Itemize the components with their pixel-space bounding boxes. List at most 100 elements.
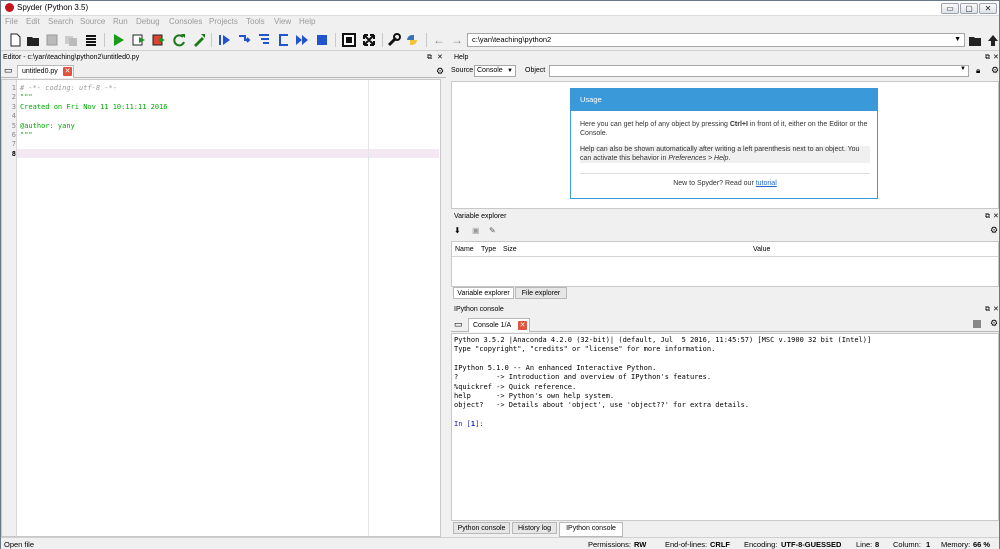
encoding-label: Encoding: <box>744 540 778 549</box>
ipython-console[interactable]: Python 3.5.2 |Anaconda 4.2.0 (32-bit)| (… <box>451 333 999 521</box>
source-select[interactable]: Console ▼ <box>474 65 516 77</box>
close-tab-icon[interactable]: ✕ <box>518 321 527 330</box>
step-return-icon[interactable] <box>276 33 290 47</box>
gear-icon[interactable]: ⚙ <box>990 225 998 236</box>
menu-help[interactable]: Help <box>299 17 315 26</box>
save-as-icon[interactable]: ✎ <box>489 226 496 235</box>
usage-title: Usage <box>571 89 877 111</box>
line-number: 2 <box>11 93 16 102</box>
tab-file-explorer[interactable]: File explorer <box>515 287 567 299</box>
browse-tabs-icon[interactable]: ▭ <box>454 319 463 330</box>
column-type[interactable]: Type <box>481 246 496 253</box>
memory-value: 66 % <box>973 540 991 549</box>
column-name[interactable]: Name <box>455 246 474 253</box>
eol-value: CRLF <box>710 540 730 549</box>
menu-search[interactable]: Search <box>48 17 73 26</box>
status-bar: Open file Permissions: RW End-of-lines: … <box>1 537 999 549</box>
chevron-down-icon[interactable]: ▼ <box>954 34 961 46</box>
stop-icon[interactable] <box>973 320 981 328</box>
import-data-icon[interactable]: ⬇ <box>454 226 461 235</box>
new-file-icon[interactable] <box>8 33 22 47</box>
line-number: 7 <box>11 140 16 149</box>
title-bar: Spyder (Python 3.5) ▭ ▢ ✕ <box>1 1 999 16</box>
close-button[interactable]: ✕ <box>979 3 997 14</box>
save-all-icon[interactable] <box>64 33 78 47</box>
tab-console-1a[interactable]: Console 1/A ✕ <box>468 318 530 332</box>
undock-icon[interactable]: ⧉ <box>427 52 432 63</box>
gear-icon[interactable]: ⚙ <box>436 66 444 77</box>
tab-python-console[interactable]: Python console <box>453 522 510 534</box>
python-path-icon[interactable] <box>405 33 419 47</box>
tab-history-log[interactable]: History log <box>512 522 557 534</box>
step-icon[interactable] <box>237 33 251 47</box>
browse-folder-icon[interactable] <box>968 33 982 47</box>
variable-table[interactable]: Name Type Size Value <box>451 241 999 287</box>
undock-icon[interactable]: ⧉ <box>985 212 990 222</box>
tab-label: untitled0.py <box>22 68 58 75</box>
maximize-button[interactable]: ▢ <box>960 3 978 14</box>
open-file-icon[interactable] <box>26 33 40 47</box>
minimize-button[interactable]: ▭ <box>941 3 959 14</box>
menu-file[interactable]: File <box>5 17 18 26</box>
browse-tabs-icon[interactable]: ▭ <box>4 65 13 76</box>
tab-variable-explorer[interactable]: Variable explorer <box>453 287 514 299</box>
menu-run[interactable]: Run <box>113 17 128 26</box>
menu-projects[interactable]: Projects <box>209 17 238 26</box>
gear-icon[interactable]: ⚙ <box>990 318 998 329</box>
tab-ipython-console[interactable]: IPython console <box>559 522 623 537</box>
continue-icon[interactable] <box>295 33 309 47</box>
line-value: 8 <box>875 540 880 549</box>
code-editor[interactable]: 12345678 # -*- coding: utf-8 -*- """ Creat… <box>1 79 441 537</box>
status-message: Open file <box>4 540 35 549</box>
save-data-icon[interactable]: ▣ <box>472 226 480 235</box>
stop-icon[interactable] <box>315 33 329 47</box>
object-input[interactable]: ▼ <box>549 65 969 77</box>
close-tab-icon[interactable]: ✕ <box>63 67 72 76</box>
working-directory-input[interactable]: c:\yan\teaching\python2 ▼ <box>467 33 965 47</box>
menu-edit[interactable]: Edit <box>26 17 40 26</box>
run-icon[interactable] <box>111 33 125 47</box>
menu-view[interactable]: View <box>274 17 291 26</box>
list-icon[interactable] <box>84 33 98 47</box>
tab-untitled0[interactable]: untitled0.py ✕ <box>17 65 74 78</box>
forward-icon[interactable]: → <box>450 33 464 47</box>
save-icon[interactable] <box>45 33 59 47</box>
line-number: 3 <box>11 102 16 111</box>
preferences-icon[interactable] <box>387 33 401 47</box>
editor-tab-bar: ▭ untitled0.py ✕ ⚙ <box>1 63 446 78</box>
run-cell-advance-icon[interactable] <box>152 33 166 47</box>
menu-source[interactable]: Source <box>80 17 105 26</box>
close-pane-icon[interactable]: ✕ <box>437 52 443 63</box>
gear-icon[interactable]: ⚙ <box>991 65 999 76</box>
run-cell-icon[interactable] <box>132 33 146 47</box>
column-size[interactable]: Size <box>503 246 517 253</box>
help-pane-title: Help <box>454 54 469 61</box>
menu-debug[interactable]: Debug <box>136 17 160 26</box>
close-pane-icon[interactable]: ✕ <box>993 212 999 222</box>
rerun-icon[interactable] <box>172 33 186 47</box>
run-settings-icon[interactable] <box>192 33 206 47</box>
column-value: 1 <box>926 540 931 549</box>
tutorial-link[interactable]: tutorial <box>756 180 777 187</box>
maximize-pane-icon[interactable] <box>342 33 356 47</box>
up-folder-icon[interactable] <box>986 33 1000 47</box>
debug-icon[interactable] <box>217 33 231 47</box>
undock-icon[interactable]: ⧉ <box>985 53 990 63</box>
back-icon[interactable]: ← <box>432 33 446 47</box>
permissions-value: RW <box>634 540 647 549</box>
console-line: Python 3.5.2 |Anaconda 4.2.0 (32-bit)| (… <box>454 336 872 344</box>
menu-tools[interactable]: Tools <box>246 17 265 26</box>
step-into-icon[interactable] <box>257 33 271 47</box>
close-pane-icon[interactable]: ✕ <box>993 53 999 63</box>
console-tab-bar: ▭ Console 1/A ✕ ⚙ <box>451 316 999 332</box>
close-pane-icon[interactable]: ✕ <box>993 305 999 315</box>
undock-icon[interactable]: ⧉ <box>985 305 990 315</box>
console-prompt[interactable]: In [1]: <box>454 420 488 428</box>
menu-consoles[interactable]: Consoles <box>169 17 202 26</box>
column-value[interactable]: Value <box>753 246 770 253</box>
lock-icon[interactable]: 🔒︎ <box>976 66 980 76</box>
chevron-down-icon[interactable]: ▼ <box>960 66 966 72</box>
object-label: Object <box>525 67 546 74</box>
console-line: object? -> Details about 'object', use '… <box>454 401 750 410</box>
fullscreen-icon[interactable] <box>362 33 376 47</box>
